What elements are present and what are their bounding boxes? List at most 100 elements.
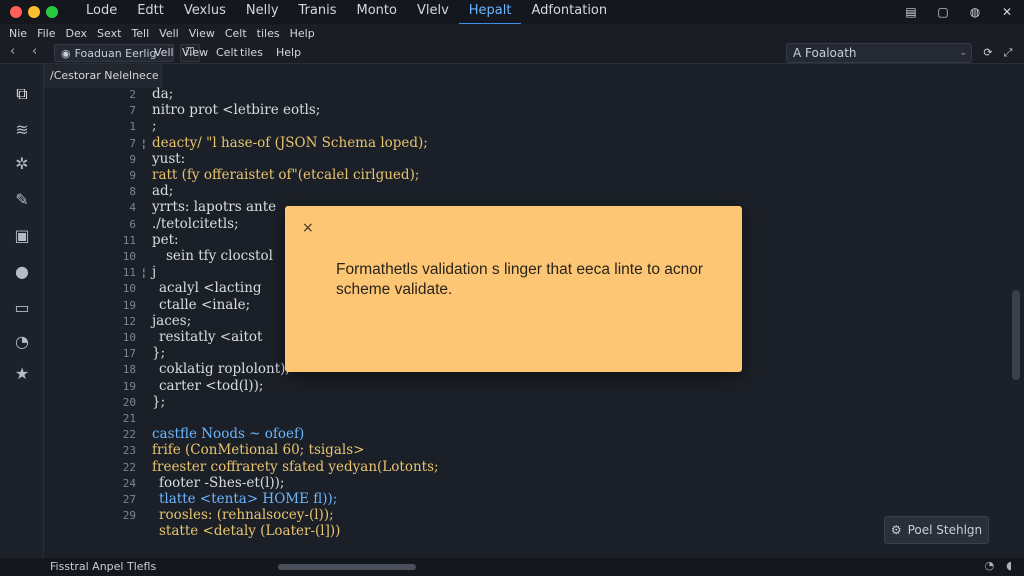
refresh-icon[interactable]: ⟳ xyxy=(980,44,996,62)
toolbar-link[interactable]: View xyxy=(182,46,208,59)
code-line: ./tetolcitetls; xyxy=(152,215,239,232)
line-number: 10 xyxy=(122,331,136,344)
star-icon[interactable]: ★ xyxy=(10,362,34,386)
code-line: roosles: (rehnalsocey-(l)); xyxy=(159,507,334,524)
vertical-scrollbar[interactable] xyxy=(1012,290,1020,380)
minimize-window-button[interactable] xyxy=(28,6,40,18)
code-line: ctalle <inale; xyxy=(159,296,251,313)
line-number: 27 xyxy=(122,493,136,506)
file-select-label: Foaduan Eerlig xyxy=(74,46,157,60)
menu-item[interactable]: Edtt xyxy=(127,0,174,25)
line-number: 23 xyxy=(122,444,136,458)
code-line: statte <detaly (Loater-(l])) xyxy=(159,523,341,540)
pen-icon[interactable]: ✎ xyxy=(10,188,34,212)
code-line: yrrts: lapotrs ante xyxy=(152,199,277,216)
menu-item-active[interactable]: Hepalt xyxy=(458,0,522,25)
forward-arrow-icon[interactable]: ‹ xyxy=(32,44,37,59)
status-label: Fisstral Anpel Tlefls xyxy=(50,560,157,573)
menu-item[interactable]: Tranis xyxy=(289,0,347,25)
code-line: footer -Shes-et(l)); xyxy=(159,474,285,491)
menu-item[interactable]: Vlelv xyxy=(407,0,459,25)
submenu-item[interactable]: Dex xyxy=(60,27,92,40)
status-bar: Fisstral Anpel Tlefls ◔ ◖ xyxy=(0,558,1024,576)
files-icon[interactable]: ⧉ xyxy=(10,82,34,106)
submenu-item[interactable]: Help xyxy=(285,27,320,40)
code-line: jaces; xyxy=(152,312,192,329)
square-icon[interactable]: ▢ xyxy=(936,5,950,19)
code-line: coklatig roplolont); xyxy=(159,361,290,378)
feedback-icon: ⚙ xyxy=(890,523,902,537)
line-number: 8 xyxy=(129,185,136,199)
submenu-item[interactable]: View xyxy=(184,27,220,40)
line-number: 12 xyxy=(122,314,136,328)
line-number: 22 xyxy=(122,428,136,442)
expand-icon[interactable]: ⤢ xyxy=(1000,44,1016,62)
code-line: ad; xyxy=(152,183,174,200)
toolbar-link[interactable]: Help xyxy=(276,46,301,59)
close-icon[interactable]: ✕ xyxy=(1000,5,1014,19)
terminal-icon[interactable]: ▭ xyxy=(10,296,34,320)
code-line: freester coffrarety sfated yedyan(Lotont… xyxy=(152,458,439,475)
code-line: ; xyxy=(152,118,157,135)
document-icon[interactable]: ▣ xyxy=(10,224,34,248)
layers-icon[interactable]: ≋ xyxy=(10,118,34,142)
toolbar-link[interactable]: tiles xyxy=(240,46,263,59)
maximize-window-button[interactable] xyxy=(46,6,58,18)
submenu-item[interactable]: tiles xyxy=(252,27,285,40)
panel-icon[interactable]: ▤ xyxy=(904,5,918,19)
menu-item[interactable]: Vexlus xyxy=(174,0,236,25)
code-line: }; xyxy=(152,345,166,362)
menu-item[interactable]: Nelly xyxy=(236,0,289,25)
settings-icon[interactable]: ✲ xyxy=(10,152,34,176)
line-number: 24 xyxy=(122,476,136,490)
fold-marker-icon[interactable]: ¦ xyxy=(142,266,146,279)
code-line: deacty/ "l hase-of (JSON Schema loped); xyxy=(152,134,428,151)
code-line: yust: xyxy=(152,150,186,167)
dialog-message: Formathetls validation s linger that eec… xyxy=(336,261,704,298)
submenu-item[interactable]: File xyxy=(32,27,60,40)
main-menu: Lode Edtt Vexlus Nelly Tranis Monto Vlel… xyxy=(76,0,617,25)
line-number: 10 xyxy=(122,282,136,296)
back-arrow-icon[interactable]: ‹ xyxy=(10,44,15,59)
horizontal-scrollbar[interactable] xyxy=(278,564,416,570)
globe-icon[interactable]: ◍ xyxy=(968,5,982,19)
line-number: 19 xyxy=(122,298,136,312)
code-line: nitro prot <letbire eotls; xyxy=(152,102,321,119)
close-icon[interactable]: × xyxy=(302,220,314,236)
submenu-item[interactable]: Nie xyxy=(4,27,32,40)
toolbar-link[interactable]: Celt xyxy=(216,46,238,59)
chevron-down-icon[interactable]: ⌄ xyxy=(959,48,967,58)
menu-item[interactable]: Lode xyxy=(76,0,127,25)
menu-item[interactable]: Adfontation xyxy=(521,0,617,25)
submenu-item[interactable]: Tell xyxy=(126,27,154,40)
line-number: 6 xyxy=(129,217,136,231)
feedback-button[interactable]: ⚙ Poel Stehlgn xyxy=(884,516,989,544)
branch-icon[interactable]: ◔ xyxy=(10,330,34,354)
line-number: 2 xyxy=(129,88,136,101)
code-line: carter <tod(l)); xyxy=(159,377,264,394)
status-icons: ◔ ◖ xyxy=(985,559,1012,572)
line-number: 7 xyxy=(129,136,136,150)
line-number: 4 xyxy=(129,201,136,215)
title-bar: Lode Edtt Vexlus Nelly Tranis Monto Vlel… xyxy=(0,0,1024,25)
line-number: 11 xyxy=(122,266,136,280)
close-window-button[interactable] xyxy=(10,6,22,18)
search-input[interactable]: A Foaloath ⌄ xyxy=(786,43,972,63)
submenu-item[interactable]: Vell xyxy=(154,27,184,40)
fold-marker-icon[interactable]: ¦ xyxy=(142,137,146,150)
line-number: 11 xyxy=(122,233,136,247)
menu-item[interactable]: Monto xyxy=(346,0,406,25)
apple-icon[interactable]: ● xyxy=(10,260,34,284)
code-line: acalyl <lacting xyxy=(159,280,262,297)
line-number: 18 xyxy=(122,363,136,377)
toolbar-link[interactable]: Vell xyxy=(154,46,174,59)
code-line: castfle Noods ~ ofoef) xyxy=(152,426,305,443)
code-line: j xyxy=(152,264,157,281)
submenu-item[interactable]: Celt xyxy=(220,27,252,40)
code-line: pet: xyxy=(152,231,179,248)
editor-tab[interactable]: /Cestorar Nelelnece xyxy=(44,64,162,88)
notification-icon[interactable]: ◔ xyxy=(985,559,995,572)
submenu-item[interactable]: Sext xyxy=(92,27,126,40)
code-line: sein tfy clocstol xyxy=(166,248,273,264)
bell-icon[interactable]: ◖ xyxy=(1006,559,1012,572)
